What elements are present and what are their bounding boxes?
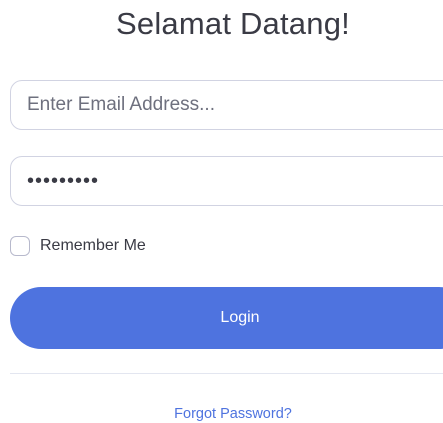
login-page: Selamat Datang! Remember Me Login Forgot…	[0, 0, 443, 423]
login-button[interactable]: Login	[10, 287, 443, 349]
page-title: Selamat Datang!	[116, 6, 350, 41]
forgot-password-link[interactable]: Forgot Password?	[0, 406, 443, 422]
remember-me-checkbox[interactable]	[10, 236, 30, 256]
remember-me-label[interactable]: Remember Me	[40, 237, 146, 255]
password-field[interactable]	[10, 156, 443, 206]
email-field[interactable]	[10, 80, 443, 130]
remember-me[interactable]: Remember Me	[10, 236, 146, 256]
divider	[10, 373, 443, 374]
